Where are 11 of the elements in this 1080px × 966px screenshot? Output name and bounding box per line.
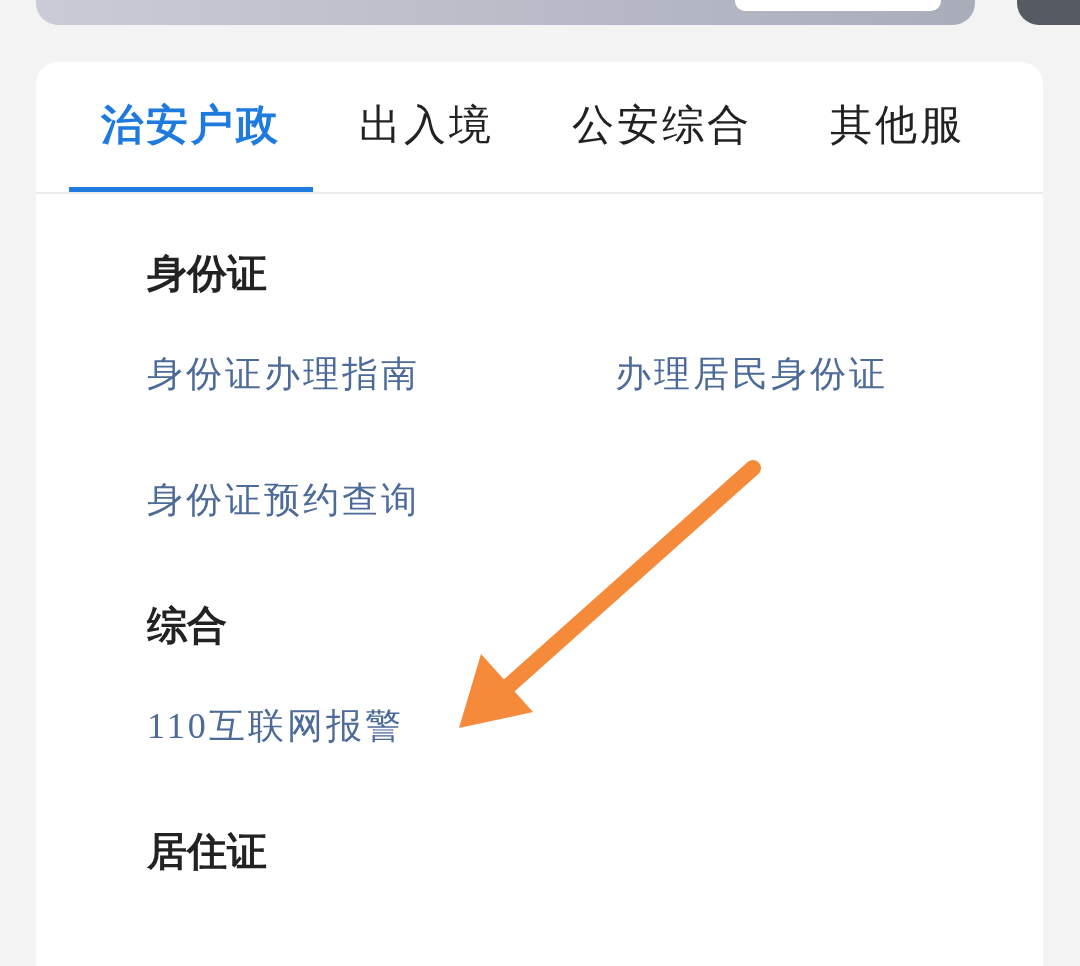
service-link[interactable]: 身份证办理指南 <box>147 344 420 404</box>
tab[interactable]: 治安户政 <box>69 62 313 192</box>
service-link[interactable]: 办理居民身份证 <box>615 344 888 404</box>
section-heading: 居住证 <box>147 828 268 876</box>
service-link[interactable]: 身份证预约查询 <box>147 470 420 530</box>
section-heading: 身份证 <box>147 250 268 298</box>
tab[interactable]: 公安综合 <box>540 62 784 192</box>
section-heading: 综合 <box>147 602 228 650</box>
service-link[interactable]: 110互联网报警 <box>147 696 404 756</box>
tab[interactable]: 出入境 <box>327 62 526 192</box>
tab[interactable]: 其他服 <box>798 62 997 192</box>
